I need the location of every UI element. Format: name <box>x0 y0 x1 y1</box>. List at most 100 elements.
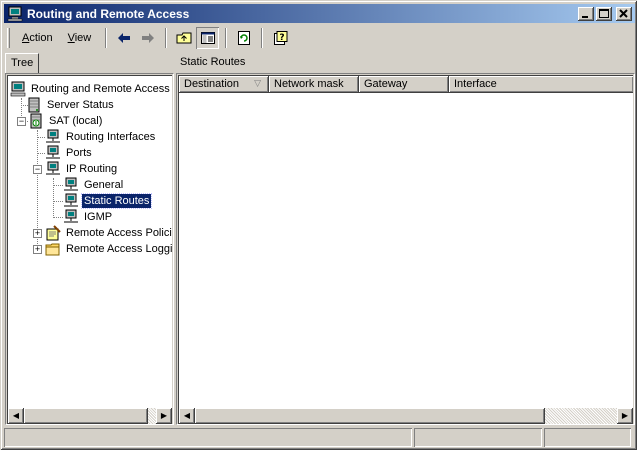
tree-node-remote-access-logging[interactable]: Remote Access Loggin <box>45 241 172 257</box>
tab-tree-label: Tree <box>11 57 34 69</box>
tree-node-ip-routing-label: IP Routing <box>66 163 118 175</box>
tree-node-root-label: Routing and Remote Access <box>31 83 170 95</box>
tree-node-ports-label: Ports <box>66 147 92 159</box>
policy-icon <box>45 225 61 241</box>
scrollbar-track[interactable] <box>545 408 617 424</box>
tree-node-root[interactable]: Routing and Remote Access <box>10 81 172 97</box>
tree-pane: Routing and Remote Access Server Status … <box>5 73 174 425</box>
folder-icon <box>45 241 61 257</box>
tree-node-general-label: General <box>84 179 124 191</box>
scrollbar-thumb[interactable] <box>195 408 545 424</box>
list-horizontal-scrollbar[interactable]: ◀ ▶ <box>179 408 633 424</box>
tree-line <box>53 178 54 218</box>
tree-line <box>53 217 63 218</box>
scroll-right-arrow-icon[interactable]: ▶ <box>617 408 633 424</box>
collapse-toggle[interactable]: − <box>17 117 26 126</box>
tree-node-ports[interactable]: Ports <box>45 145 94 161</box>
toolbar-separator <box>225 28 228 48</box>
tree-horizontal-scrollbar[interactable]: ◀ ▶ <box>8 408 172 424</box>
toolbar: Action View ? <box>4 25 635 51</box>
status-bar <box>4 428 635 447</box>
help-button[interactable]: ? <box>268 27 291 49</box>
menu-view[interactable]: View <box>62 30 98 46</box>
collapse-toggle[interactable]: − <box>33 165 42 174</box>
tree-node-server-status-label: Server Status <box>47 99 114 111</box>
console-tree-icon <box>200 32 215 44</box>
scroll-right-arrow-icon[interactable]: ▶ <box>156 408 172 424</box>
scrollbar-thumb[interactable] <box>24 408 148 424</box>
column-header-gateway-label: Gateway <box>364 78 408 90</box>
tree-node-igmp[interactable]: IGMP <box>63 209 114 225</box>
menu-action[interactable]: Action <box>16 30 59 46</box>
refresh-button[interactable] <box>232 27 255 49</box>
tree-line <box>37 137 45 138</box>
scroll-left-arrow-icon[interactable]: ◀ <box>8 408 24 424</box>
sort-indicator-icon: ▽ <box>254 78 261 88</box>
network-computer-icon <box>45 145 61 161</box>
up-one-level-button[interactable] <box>172 27 195 49</box>
status-panel <box>544 428 631 447</box>
network-computer-icon <box>63 209 79 225</box>
details-title: Static Routes <box>180 56 246 68</box>
column-header-interface[interactable]: Interface <box>449 76 633 93</box>
tree-node-routing-interfaces[interactable]: Routing Interfaces <box>45 129 157 145</box>
computer-icon <box>10 81 26 97</box>
minimize-button[interactable] <box>578 6 594 21</box>
details-pane: Destination ▽ Network mask Gateway Inter… <box>176 73 635 425</box>
tree-node-igmp-label: IGMP <box>84 211 113 223</box>
column-header-network-mask-label: Network mask <box>274 78 344 90</box>
scroll-left-arrow-icon[interactable]: ◀ <box>179 408 195 424</box>
column-header-network-mask[interactable]: Network mask <box>269 76 359 93</box>
server-icon <box>26 97 42 113</box>
tree-node-remote-access-policies-label: Remote Access Policie <box>66 227 172 239</box>
column-header-destination[interactable]: Destination ▽ <box>179 76 269 93</box>
close-button[interactable] <box>616 6 632 21</box>
folder-up-icon <box>176 32 192 44</box>
tree-node-routing-interfaces-label: Routing Interfaces <box>66 131 156 143</box>
window-title: Routing and Remote Access <box>27 6 190 21</box>
toolbar-separator <box>165 28 168 48</box>
list-view[interactable]: Destination ▽ Network mask Gateway Inter… <box>178 75 633 424</box>
tree-view[interactable]: Routing and Remote Access Server Status … <box>7 75 172 424</box>
tree-node-ip-routing[interactable]: IP Routing <box>45 161 119 177</box>
expand-toggle[interactable]: + <box>33 245 42 254</box>
expand-toggle[interactable]: + <box>33 229 42 238</box>
menu-view-label: iew <box>74 32 92 44</box>
tree-node-server-status[interactable]: Server Status <box>26 97 116 113</box>
tree-node-server-label: SAT (local) <box>49 115 103 127</box>
list-header: Destination ▽ Network mask Gateway Inter… <box>179 76 633 93</box>
toolbar-separator <box>105 28 108 48</box>
tab-tree[interactable]: Tree <box>5 53 39 73</box>
tree-node-server[interactable]: SAT (local) <box>28 113 104 129</box>
tree-line <box>53 201 63 202</box>
network-computer-icon <box>45 129 61 145</box>
menu-action-label: ction <box>29 32 53 44</box>
network-computer-icon <box>63 193 79 209</box>
refresh-icon <box>237 31 250 45</box>
back-arrow-icon <box>117 33 130 43</box>
server-icon <box>28 113 44 129</box>
maximize-button[interactable] <box>596 6 612 21</box>
forward-arrow-icon <box>141 33 154 43</box>
show-hide-tree-button[interactable] <box>196 27 219 49</box>
column-header-gateway[interactable]: Gateway <box>359 76 449 93</box>
computer-icon <box>7 6 23 22</box>
menu-view-mnemonic: V <box>67 32 75 44</box>
back-button[interactable] <box>112 27 135 49</box>
main-window: Routing and Remote Access Action View ? … <box>0 0 637 450</box>
column-header-destination-label: Destination <box>184 78 240 90</box>
network-computer-icon <box>45 161 61 177</box>
status-panel <box>414 428 542 447</box>
tree-node-remote-access-logging-label: Remote Access Loggin <box>66 243 172 255</box>
tree-node-general[interactable]: General <box>63 177 125 193</box>
column-header-interface-label: Interface <box>454 78 497 90</box>
tree-node-static-routes[interactable]: Static Routes <box>63 193 153 209</box>
title-bar[interactable]: Routing and Remote Access <box>4 4 635 23</box>
tree-node-static-routes-label: Static Routes <box>80 193 153 209</box>
help-icon: ? <box>273 31 288 45</box>
toolbar-grip[interactable] <box>7 28 10 48</box>
scrollbar-track[interactable] <box>148 408 156 424</box>
forward-button[interactable] <box>136 27 159 49</box>
tree-node-remote-access-policies[interactable]: Remote Access Policie <box>45 225 172 241</box>
svg-text:?: ? <box>279 33 284 43</box>
